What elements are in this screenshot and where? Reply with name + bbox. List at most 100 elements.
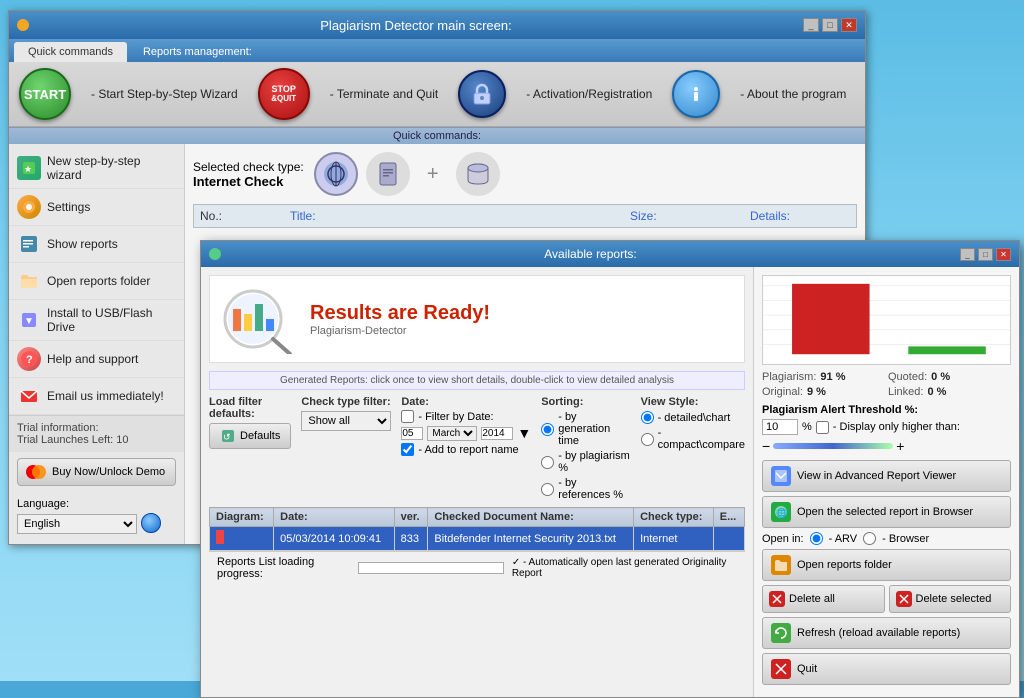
tab-quick-commands[interactable]: Quick commands (14, 42, 127, 62)
modal-close-button[interactable]: ✕ (996, 248, 1011, 261)
traffic-light (17, 19, 29, 31)
modal-title-buttons: _ □ ✕ (960, 248, 1011, 261)
cell-ext (713, 527, 744, 551)
open-folder-icon (771, 555, 791, 575)
buy-button[interactable]: Buy Now/Unlock Demo (17, 458, 176, 486)
reports-table-container[interactable]: Diagram: Date: ver. Checked Document Nam… (209, 507, 745, 551)
open-in-row: Open in: - ARV - Browser (762, 532, 1011, 545)
sidebar-item-reports[interactable]: Show reports (9, 226, 184, 263)
activation-button[interactable] (458, 70, 506, 118)
refresh-button[interactable]: Refresh (reload available reports) (762, 617, 1011, 649)
date-dropdown-icon[interactable]: ▼ (517, 425, 531, 441)
available-reports-modal: Available reports: _ □ ✕ (200, 240, 1020, 698)
sidebar-item-folder[interactable]: Open reports folder (9, 263, 184, 300)
open-in-browser-label: - Browser (882, 533, 929, 545)
table-header: No.: Title: Size: Details: (193, 204, 857, 228)
sidebar-item-wizard[interactable]: ★ New step-by-step wizard (9, 148, 184, 189)
about-label: - About the program (740, 87, 846, 101)
progress-label: Reports List loading progress: (217, 556, 350, 580)
open-in-arv-radio[interactable] (810, 532, 823, 545)
toolbar: START - Start Step-by-Step Wizard STOP &… (9, 62, 865, 127)
view-arv-label: View in Advanced Report Viewer (797, 470, 956, 482)
close-button[interactable]: ✕ (841, 18, 857, 32)
maximize-button[interactable]: □ (822, 18, 838, 32)
modal-maximize-button[interactable]: □ (978, 248, 993, 261)
quit-icon (771, 659, 791, 679)
modal-minimize-button[interactable]: _ (960, 248, 975, 261)
db-check-icon[interactable] (456, 152, 500, 196)
check-icons: + (314, 152, 500, 196)
file-check-icon[interactable] (366, 152, 410, 196)
minimize-dot[interactable] (17, 19, 29, 31)
wizard-icon: ★ (17, 156, 41, 180)
progress-bar (358, 562, 504, 574)
table-row[interactable]: 05/03/2014 10:09:41 833 Bitdefender Inte… (210, 527, 745, 551)
open-reports-folder-button[interactable]: Open reports folder (762, 549, 1011, 581)
sidebar-item-help[interactable]: ? Help and support (9, 341, 184, 378)
col-diagram-header: Diagram: (210, 508, 274, 527)
svg-text:🌐: 🌐 (776, 507, 787, 518)
col-check-type-header: Check type: (634, 508, 714, 527)
plagiarism-value: 91 % (820, 371, 845, 383)
quit-button[interactable]: Quit (762, 653, 1011, 685)
stop-quit-button[interactable]: STOP &QUIT (258, 68, 310, 120)
sort-by-plagiarism-radio[interactable] (541, 456, 554, 469)
filter-by-date-row: - Filter by Date: (401, 410, 531, 423)
install-icon: ▼ (17, 308, 41, 332)
mastercard-icon (26, 464, 46, 480)
slider-minus[interactable]: − (762, 438, 770, 454)
col-title-header: Title: (290, 209, 590, 223)
view-arv-button[interactable]: View in Advanced Report Viewer (762, 460, 1011, 492)
stats-grid: Plagiarism: 91 % Quoted: 0 % Original: 9… (762, 371, 1011, 398)
refresh-label: Refresh (reload available reports) (797, 627, 960, 639)
about-button[interactable] (672, 70, 720, 118)
refresh-icon (771, 623, 791, 643)
delete-selected-button[interactable]: Delete selected (889, 585, 1012, 613)
delete-selected-label: Delete selected (916, 593, 992, 605)
reports-table: Diagram: Date: ver. Checked Document Nam… (209, 507, 745, 551)
tab-reports-management[interactable]: Reports management: (129, 42, 266, 62)
main-title: Plagiarism Detector main screen: (320, 18, 511, 33)
add-to-report-checkbox[interactable] (401, 443, 414, 456)
add-check-icon[interactable]: + (418, 152, 448, 196)
threshold-checkbox[interactable] (816, 421, 829, 434)
quoted-label: Quoted: (888, 371, 927, 383)
modal-traffic-light (209, 248, 221, 260)
sidebar-item-settings[interactable]: Settings (9, 189, 184, 226)
sort-by-references-radio[interactable] (541, 483, 554, 496)
help-icon: ? (17, 347, 41, 371)
filter-by-date-checkbox[interactable] (401, 410, 414, 423)
cell-date: 05/03/2014 10:09:41 (274, 527, 394, 551)
view-compact-label: - compact\compare (658, 427, 745, 451)
open-in-browser-radio[interactable] (863, 532, 876, 545)
view-detailed-radio[interactable] (641, 411, 654, 424)
threshold-input[interactable] (762, 419, 798, 435)
results-text: Results are Ready! Plagiarism-Detector (310, 302, 490, 337)
open-browser-button[interactable]: 🌐 Open the selected report in Browser (762, 496, 1011, 528)
start-button[interactable]: START (19, 68, 71, 120)
view-detailed-label: - detailed\chart (658, 412, 731, 424)
minimize-button[interactable]: _ (803, 18, 819, 32)
slider-plus[interactable]: + (896, 438, 904, 454)
check-type-label: Selected check type: (193, 160, 304, 174)
date-year-input[interactable] (481, 427, 513, 440)
original-stat: Original: 9 % (762, 386, 885, 398)
date-day-input[interactable] (401, 427, 423, 440)
filter-defaults-button[interactable]: ↺ Defaults (209, 423, 291, 449)
linked-value: 0 % (927, 386, 946, 398)
delete-all-button[interactable]: Delete all (762, 585, 885, 613)
date-month-select[interactable]: March (427, 426, 477, 441)
check-type-filter-select[interactable]: Show all Internet File Database (301, 411, 391, 431)
trial-info: Trial information: Trial Launches Left: … (9, 415, 184, 452)
terminate-label: - Terminate and Quit (330, 87, 439, 101)
sort-by-generation-radio[interactable] (541, 423, 554, 436)
view-compact-radio[interactable] (641, 433, 654, 446)
sidebar-item-install[interactable]: ▼ Install to USB/Flash Drive (9, 300, 184, 341)
internet-check-icon[interactable] (314, 152, 358, 196)
sidebar-item-email[interactable]: Email us immediately! (9, 378, 184, 415)
view-style-section: View Style: - detailed\chart - compact\c… (641, 396, 745, 451)
threshold-slider[interactable] (773, 443, 893, 449)
language-select[interactable]: English (17, 514, 137, 534)
linked-label: Linked: (888, 386, 923, 398)
settings-icon (17, 195, 41, 219)
